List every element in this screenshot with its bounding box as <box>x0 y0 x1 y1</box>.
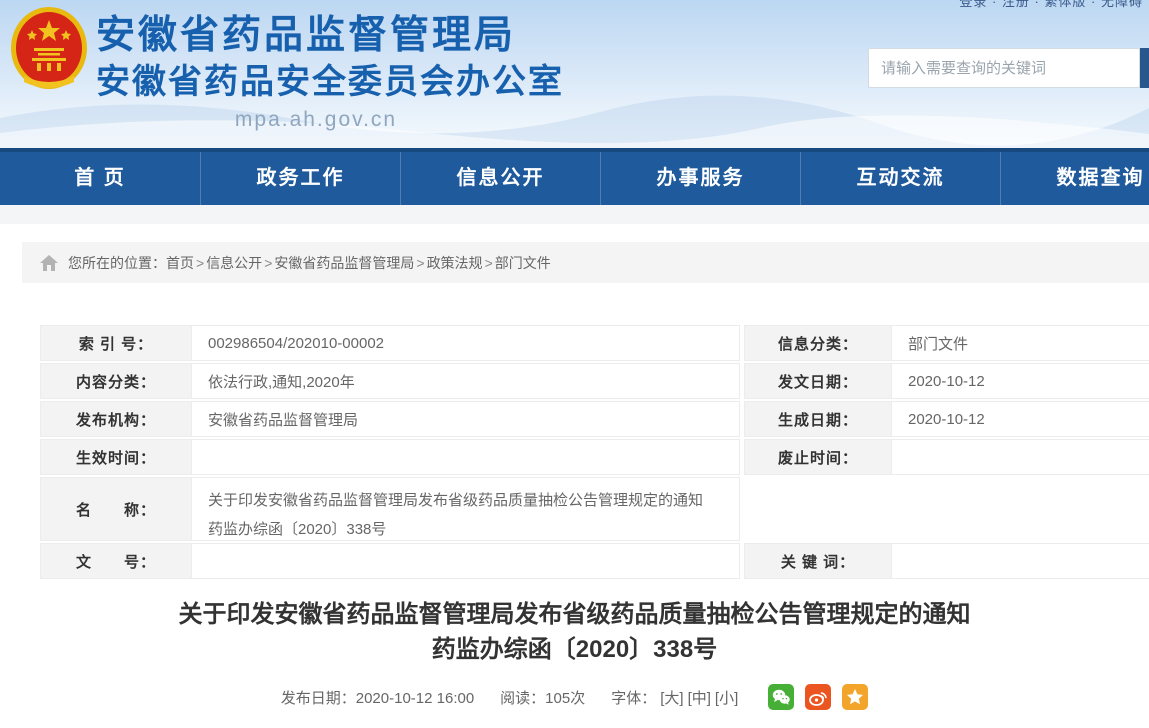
search-button[interactable] <box>1140 48 1149 88</box>
row-label: 信息分类： <box>744 325 892 361</box>
china-national-emblem-icon <box>10 6 88 94</box>
nav-item-data-query[interactable]: 数据查询 <box>1000 152 1149 205</box>
row-value <box>192 543 740 579</box>
table-row-repeal-date: 废止时间： <box>744 439 1149 475</box>
font-size-small-button[interactable]: [小] <box>715 690 738 707</box>
breadcrumb-item-home[interactable]: 首页 <box>166 253 194 273</box>
article-title-line2: 药监办综函〔2020〕338号 <box>0 633 1149 667</box>
publish-date: 发布日期：2020-10-12 16:00 <box>281 687 474 708</box>
row-value <box>892 543 1149 579</box>
table-spacer <box>744 477 1149 541</box>
nav-item-services[interactable]: 办事服务 <box>600 152 800 205</box>
font-size-controls: 字体：[大] [中][小] <box>611 687 738 708</box>
weibo-icon <box>809 689 827 706</box>
breadcrumb-item-policy[interactable]: 政策法规 <box>427 253 483 273</box>
table-row-document-number: 文 号： <box>40 543 740 579</box>
row-value: 安徽省药品监督管理局 <box>192 401 740 437</box>
sub-header-band <box>0 205 1149 224</box>
row-value: 部门文件 <box>892 325 1149 361</box>
site-titles: 安徽省药品监督管理局 安徽省药品安全委员会办公室 mpa.ah.gov.cn <box>96 12 536 134</box>
row-label: 废止时间： <box>744 439 892 475</box>
row-label: 关 键 词： <box>744 543 892 579</box>
site-url: mpa.ah.gov.cn <box>96 106 536 134</box>
table-row-info-category: 信息分类： 部门文件 <box>744 325 1149 361</box>
breadcrumb-item-agency[interactable]: 安徽省药品监督管理局 <box>274 253 414 273</box>
site-header: 登录 · 注册 · 繁体版 · 无障碍 安徽省药品监督管理局 安徽省药品安全委员… <box>0 0 1149 148</box>
weibo-share-button[interactable] <box>805 684 831 710</box>
article-title: 关于印发安徽省药品监督管理局发布省级药品质量抽检公告管理规定的通知 药监办综函〔… <box>0 597 1149 667</box>
row-label: 发布机构： <box>40 401 192 437</box>
row-value: 关于印发安徽省药品监督管理局发布省级药品质量抽检公告管理规定的通知 药监办综函〔… <box>192 477 740 541</box>
row-value: 2020-10-12 <box>892 401 1149 437</box>
home-icon <box>40 255 58 271</box>
breadcrumb-item-info-disclosure[interactable]: 信息公开 <box>206 253 262 273</box>
row-value: 2020-10-12 <box>892 363 1149 399</box>
breadcrumb: 您所在的位置： 首页 > 信息公开 > 安徽省药品监督管理局 > 政策法规 > … <box>22 242 1149 283</box>
table-row-keywords: 关 键 词： <box>744 543 1149 579</box>
font-size-large-button[interactable]: [大] <box>660 690 683 707</box>
wechat-icon <box>772 689 790 705</box>
row-label: 生效时间： <box>40 439 192 475</box>
nav-item-info-disclosure[interactable]: 信息公开 <box>400 152 600 205</box>
row-value <box>892 439 1149 475</box>
row-label: 内容分类： <box>40 363 192 399</box>
row-label: 生成日期： <box>744 401 892 437</box>
nav-item-government-work[interactable]: 政务工作 <box>200 152 400 205</box>
table-row-issuing-agency: 发布机构： 安徽省药品监督管理局 <box>40 401 740 437</box>
row-label: 名 称： <box>40 477 192 541</box>
favorite-star-button[interactable] <box>842 684 868 710</box>
wechat-share-button[interactable] <box>768 684 794 710</box>
table-row-content-category: 内容分类： 依法行政,通知,2020年 <box>40 363 740 399</box>
info-table-left: 索 引 号： 002986504/202010-00002 内容分类： 依法行政… <box>40 325 740 579</box>
main-nav: 首 页 政务工作 信息公开 办事服务 互动交流 数据查询 <box>0 148 1149 205</box>
site-title-main: 安徽省药品监督管理局 <box>96 12 536 60</box>
page: 登录 · 注册 · 繁体版 · 无障碍 安徽省药品监督管理局 安徽省药品安全委员… <box>0 0 1149 728</box>
font-size-medium-button[interactable]: [中] <box>688 690 711 707</box>
read-count: 阅读：105次 <box>500 687 585 708</box>
star-icon <box>846 688 864 706</box>
row-label: 索 引 号： <box>40 325 192 361</box>
table-row-document-name: 名 称： 关于印发安徽省药品监督管理局发布省级药品质量抽检公告管理规定的通知 药… <box>40 477 740 541</box>
table-row-index-number: 索 引 号： 002986504/202010-00002 <box>40 325 740 361</box>
search-input[interactable] <box>868 48 1140 88</box>
table-row-effective-date: 生效时间： <box>40 439 740 475</box>
info-table-right: 信息分类： 部门文件 发文日期： 2020-10-12 生成日期： 2020-1… <box>744 325 1149 579</box>
share-buttons <box>768 684 868 710</box>
article-title-line1: 关于印发安徽省药品监督管理局发布省级药品质量抽检公告管理规定的通知 <box>0 597 1149 633</box>
row-label: 文 号： <box>40 543 192 579</box>
font-size-label: 字体： <box>611 690 656 707</box>
row-value: 002986504/202010-00002 <box>192 325 740 361</box>
row-label: 发文日期： <box>744 363 892 399</box>
row-value: 依法行政,通知,2020年 <box>192 363 740 399</box>
top-links[interactable]: 登录 · 注册 · 繁体版 · 无障碍 <box>959 0 1143 9</box>
nav-item-interaction[interactable]: 互动交流 <box>800 152 1000 205</box>
breadcrumb-item-dept-docs[interactable]: 部门文件 <box>495 253 551 273</box>
article-meta: 发布日期：2020-10-12 16:00 阅读：105次 字体：[大] [中][… <box>0 682 1149 712</box>
nav-item-home[interactable]: 首 页 <box>0 152 200 205</box>
search-box <box>868 48 1140 88</box>
table-row-issue-date: 发文日期： 2020-10-12 <box>744 363 1149 399</box>
breadcrumb-prefix: 您所在的位置： <box>68 253 166 273</box>
table-row-creation-date: 生成日期： 2020-10-12 <box>744 401 1149 437</box>
row-value <box>192 439 740 475</box>
site-title-secondary: 安徽省药品安全委员会办公室 <box>96 60 536 104</box>
